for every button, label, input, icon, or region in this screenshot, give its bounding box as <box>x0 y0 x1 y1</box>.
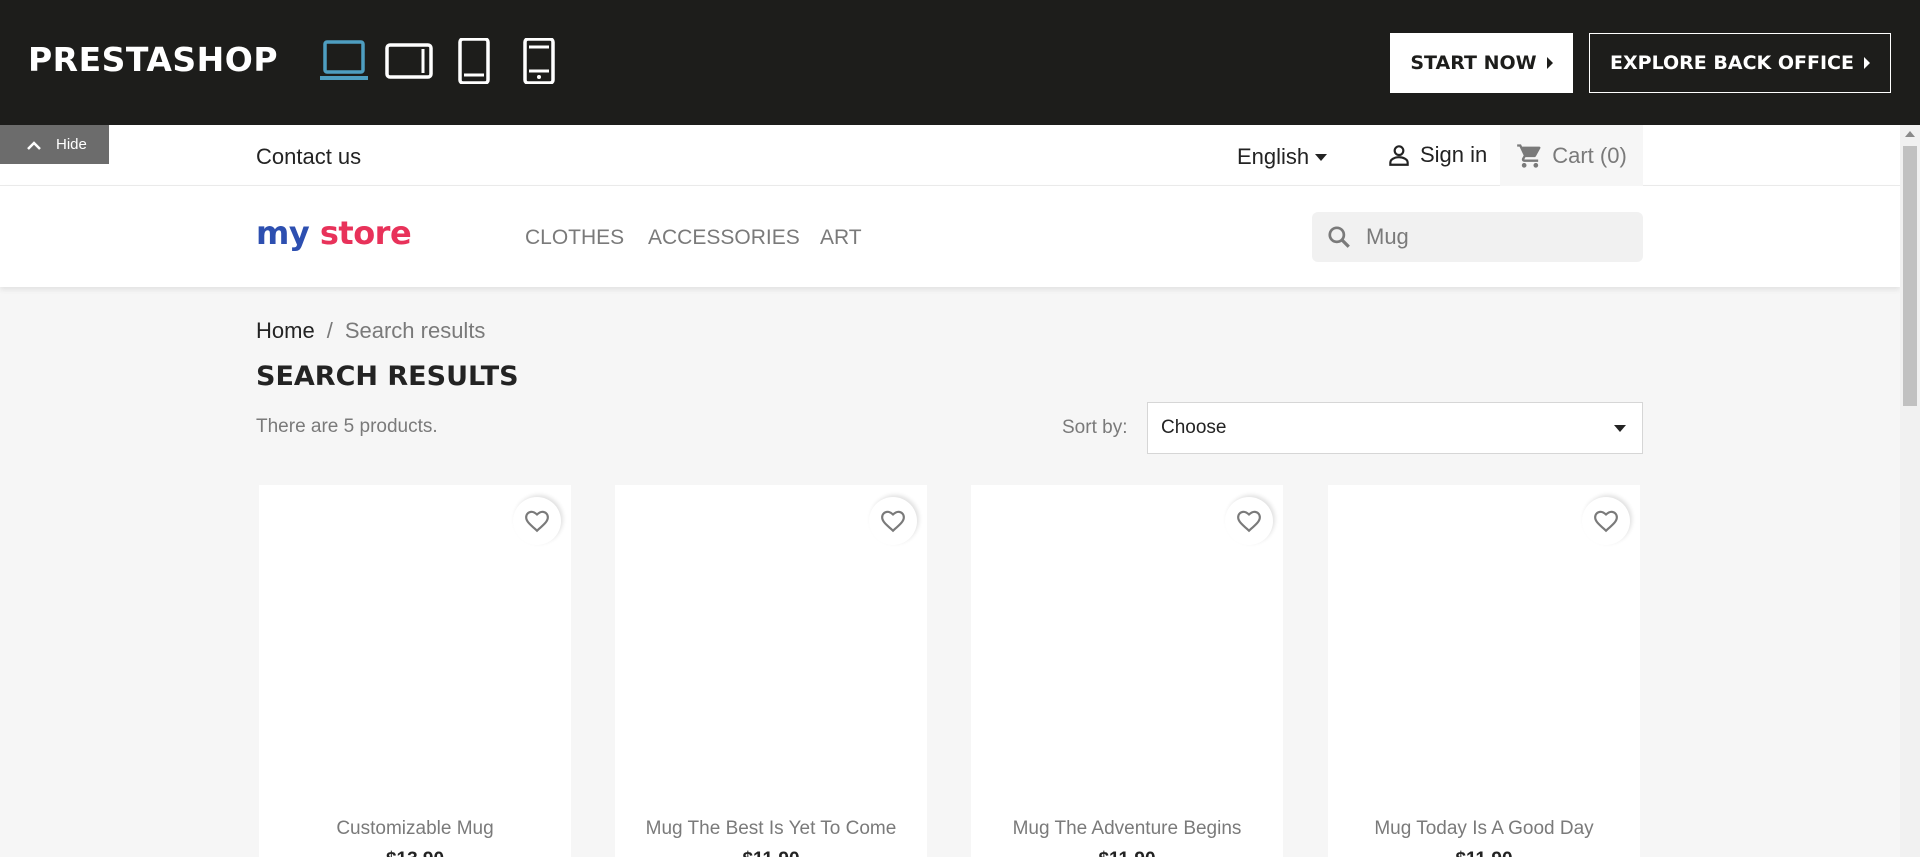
sort-label: Sort by: <box>1062 417 1128 438</box>
scroll-up-arrow-icon[interactable] <box>1905 131 1915 137</box>
product-count: There are 5 products. <box>256 416 438 437</box>
breadcrumb-separator: / <box>326 318 333 343</box>
prestashop-logo: PRESTASHOP <box>28 40 279 79</box>
product-price: $11.90 <box>615 849 927 857</box>
caret-right-icon <box>1863 57 1870 69</box>
start-now-button[interactable]: START NOW <box>1390 33 1573 93</box>
heart-icon <box>1594 510 1618 533</box>
caret-down-icon <box>1614 424 1626 432</box>
demo-bar: PRESTASHOP START NOW EXPLORE BACK OFFICE <box>0 0 1920 125</box>
menu-item-art[interactable]: ART <box>820 226 862 250</box>
explore-label: EXPLORE BACK OFFICE <box>1610 52 1854 74</box>
shopping-cart-icon <box>1517 143 1541 168</box>
start-now-label: START NOW <box>1410 52 1537 74</box>
cart-button[interactable]: Cart (0) <box>1500 125 1643 186</box>
language-selector[interactable]: English <box>1237 144 1328 170</box>
logo-my: my <box>256 214 310 252</box>
sort-value: Choose <box>1161 417 1227 438</box>
sign-in-label: Sign in <box>1420 142 1488 167</box>
tablet-landscape-icon[interactable] <box>385 38 433 84</box>
scrollbar-thumb[interactable] <box>1903 146 1917 406</box>
heart-icon <box>1237 510 1261 533</box>
logo-store: store <box>319 214 412 252</box>
chevron-up-icon <box>27 140 41 150</box>
mobile-icon[interactable] <box>521 38 557 84</box>
product-name[interactable]: Mug Today Is A Good Day <box>1328 818 1640 840</box>
page-title: SEARCH RESULTS <box>256 361 519 392</box>
heart-icon <box>525 510 549 533</box>
menu-item-accessories[interactable]: ACCESSORIES <box>648 226 800 250</box>
product-name[interactable]: Mug The Best Is Yet To Come <box>615 818 927 840</box>
caret-right-icon <box>1546 57 1553 69</box>
wishlist-button[interactable] <box>513 497 561 545</box>
cart-label: Cart (0) <box>1552 142 1627 168</box>
product-card[interactable]: Mug The Best Is Yet To Come $11.90 <box>615 485 927 857</box>
product-card[interactable]: Mug Today Is A Good Day $11.90 <box>1328 485 1640 857</box>
caret-down-icon <box>1315 153 1328 161</box>
wishlist-button[interactable] <box>1225 497 1273 545</box>
hide-toggle[interactable]: Hide <box>0 125 109 164</box>
breadcrumb-current: Search results <box>344 318 486 343</box>
heart-icon <box>881 510 905 533</box>
contact-us-link[interactable]: Contact us <box>256 144 361 170</box>
search-bar <box>1312 212 1643 262</box>
product-name[interactable]: Customizable Mug <box>259 818 571 840</box>
breadcrumb: Home / Search results <box>256 318 485 344</box>
language-label: English <box>1237 144 1310 169</box>
product-price: $13.90 <box>259 849 571 857</box>
hide-label: Hide <box>56 136 87 153</box>
wishlist-button[interactable] <box>1582 497 1630 545</box>
user-icon <box>1389 145 1409 166</box>
explore-back-office-button[interactable]: EXPLORE BACK OFFICE <box>1589 33 1891 93</box>
laptop-icon[interactable] <box>320 38 368 84</box>
product-card[interactable]: Mug The Adventure Begins $11.90 <box>971 485 1283 857</box>
wishlist-button[interactable] <box>869 497 917 545</box>
product-name[interactable]: Mug The Adventure Begins <box>971 818 1283 840</box>
tablet-portrait-icon[interactable] <box>456 38 492 84</box>
product-price: $11.90 <box>1328 849 1640 857</box>
breadcrumb-home[interactable]: Home <box>256 318 315 344</box>
menu-item-clothes[interactable]: CLOTHES <box>525 226 624 250</box>
page-scrollbar[interactable] <box>1900 125 1920 857</box>
search-input[interactable] <box>1366 224 1606 250</box>
sort-select[interactable]: Choose <box>1147 402 1643 454</box>
store-logo[interactable]: my store <box>256 214 412 252</box>
sign-in-link[interactable]: Sign in <box>1386 142 1487 168</box>
product-card[interactable]: Customizable Mug $13.90 <box>259 485 571 857</box>
product-price: $11.90 <box>971 849 1283 857</box>
search-icon[interactable] <box>1326 224 1352 250</box>
